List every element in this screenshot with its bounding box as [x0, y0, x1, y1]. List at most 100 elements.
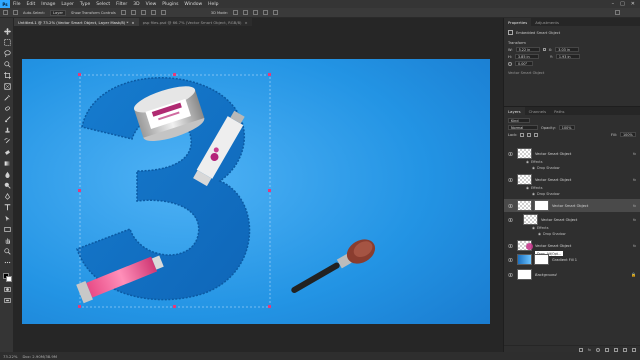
effects-badge[interactable]: fx — [633, 178, 636, 182]
search-icon[interactable] — [615, 10, 620, 15]
menu-select[interactable]: Select — [93, 2, 113, 7]
rectangle-tool-icon[interactable] — [3, 226, 11, 233]
menu-file[interactable]: File — [10, 2, 24, 7]
type-tool-icon[interactable] — [3, 204, 11, 211]
path-selection-tool-icon[interactable] — [3, 215, 11, 222]
3d-orbit-icon[interactable] — [232, 10, 238, 15]
layer-row[interactable]: Vector Smart Object fx — [504, 213, 640, 226]
layer-kind-filter[interactable]: Kind — [508, 118, 530, 123]
distribute-icon[interactable] — [150, 10, 156, 15]
height-field[interactable]: 3.85 in — [514, 54, 539, 59]
menu-type[interactable]: Type — [77, 2, 93, 7]
3d-scale-icon[interactable] — [272, 10, 278, 15]
close-window-button[interactable]: ✕ — [631, 1, 635, 7]
move-tool-icon[interactable] — [3, 28, 11, 35]
tab-untitled-1[interactable]: Untitled-1 @ 73.2% (Vector Smart Object,… — [14, 18, 139, 26]
drop-shadow-row[interactable]: ◉ Drop Shadow — [532, 166, 560, 170]
x-field[interactable]: 3.03 in — [555, 47, 580, 52]
quick-mask-icon[interactable] — [3, 286, 11, 293]
crop-tool-icon[interactable] — [3, 72, 11, 79]
new-layer-icon[interactable] — [623, 347, 627, 352]
tab-channels[interactable]: Channels — [525, 107, 551, 115]
menu-view[interactable]: View — [143, 2, 160, 7]
frame-tool-icon[interactable] — [3, 83, 11, 90]
zoom-level[interactable]: 73.22% — [3, 354, 17, 359]
document-canvas[interactable] — [22, 59, 490, 324]
auto-select-checkbox[interactable]: Auto-Select: — [23, 11, 45, 15]
lock-position-icon[interactable] — [527, 132, 532, 137]
visibility-eye-icon[interactable] — [508, 217, 513, 222]
drop-shadow-row[interactable]: ◉ Drop Shadow — [532, 192, 560, 196]
close-tab-icon[interactable]: × — [244, 20, 247, 25]
dodge-tool-icon[interactable] — [3, 182, 11, 189]
y-field[interactable]: 1.93 in — [555, 54, 580, 59]
layer-effects-row[interactable]: ◉ Effects — [526, 160, 543, 164]
layer-row[interactable]: Vector Smart Object fx — [504, 173, 640, 186]
menu-3d[interactable]: 3D — [130, 2, 142, 7]
blur-tool-icon[interactable] — [3, 171, 11, 178]
align-left-icon[interactable] — [120, 10, 126, 15]
align-right-icon[interactable] — [140, 10, 146, 15]
lock-icon[interactable]: 🔒 — [631, 272, 636, 277]
3d-roll-icon[interactable] — [242, 10, 248, 15]
clone-stamp-tool-icon[interactable] — [3, 127, 11, 134]
opacity-field[interactable]: 100% — [558, 125, 575, 130]
trash-icon[interactable] — [632, 347, 636, 352]
layer-row-selected[interactable]: Vector Smart Object fx — [504, 199, 640, 212]
menu-plugins[interactable]: Plugins — [159, 2, 181, 7]
visibility-eye-icon[interactable] — [508, 257, 513, 262]
maximize-button[interactable]: □ — [620, 1, 625, 7]
tab-psp-files[interactable]: psp files.psd @ 66.7% (Vector Smart Obje… — [138, 18, 252, 26]
add-style-icon[interactable]: fx — [588, 348, 591, 352]
home-icon[interactable] — [3, 10, 8, 15]
angle-field[interactable]: 0.00° — [515, 61, 533, 66]
menu-image[interactable]: Image — [38, 2, 58, 7]
background-color-swatch[interactable] — [6, 276, 12, 282]
eraser-tool-icon[interactable] — [3, 149, 11, 156]
add-mask-icon[interactable] — [596, 347, 600, 352]
effects-badge[interactable]: fx — [633, 152, 636, 156]
eyedropper-tool-icon[interactable] — [3, 94, 11, 101]
3d-pan-icon[interactable] — [252, 10, 258, 15]
more-options-icon[interactable] — [160, 10, 166, 15]
screen-mode-icon[interactable] — [3, 297, 11, 304]
link-icon[interactable] — [542, 48, 546, 51]
visibility-eye-icon[interactable] — [508, 177, 513, 182]
zoom-tool-icon[interactable] — [3, 248, 11, 255]
history-brush-tool-icon[interactable] — [3, 138, 11, 145]
tab-adjustments[interactable]: Adjustments — [531, 18, 563, 26]
tab-paths[interactable]: Paths — [550, 107, 568, 115]
layer-effects-row[interactable]: ◉ Effects — [526, 186, 543, 190]
visibility-eye-icon[interactable] — [508, 272, 513, 277]
new-fill-layer-icon[interactable] — [605, 347, 609, 352]
menu-help[interactable]: Help — [205, 2, 221, 7]
hand-tool-icon[interactable] — [3, 237, 11, 244]
menu-layer[interactable]: Layer — [58, 2, 77, 7]
visibility-eye-icon[interactable] — [508, 243, 513, 248]
link-layers-icon[interactable] — [578, 347, 583, 352]
eye-icon[interactable]: ◉ — [532, 192, 535, 196]
tab-properties[interactable]: Properties — [504, 18, 532, 26]
layer-row[interactable]: Vector Smart Object fx — [504, 147, 640, 160]
artboard-tool-icon[interactable] — [3, 39, 11, 46]
menu-filter[interactable]: Filter — [113, 2, 130, 7]
effects-badge[interactable]: fx — [633, 218, 636, 222]
healing-brush-tool-icon[interactable] — [3, 105, 11, 112]
show-transform-controls-checkbox[interactable]: Show Transform Controls — [71, 11, 116, 15]
fill-field[interactable]: 100% — [620, 132, 636, 137]
new-group-icon[interactable] — [614, 347, 618, 352]
pen-tool-icon[interactable] — [3, 193, 11, 200]
close-tab-icon[interactable]: × — [131, 20, 134, 25]
menu-window[interactable]: Window — [181, 2, 205, 7]
lock-pixels-icon[interactable] — [520, 132, 525, 137]
drop-shadow-row[interactable]: ◉ Drop Shadow — [538, 232, 566, 236]
minimize-button[interactable]: – — [612, 1, 615, 7]
photoshop-logo-icon[interactable]: Ps — [0, 0, 10, 8]
layer-effects-row[interactable]: ◉ Effects — [532, 226, 549, 230]
auto-select-dropdown[interactable]: Layer — [50, 9, 67, 16]
layer-row[interactable]: Vector Smart Object fx — [504, 239, 640, 252]
lock-all-icon[interactable] — [534, 132, 539, 137]
more-tools-icon[interactable] — [3, 259, 11, 266]
layer-row[interactable]: Background 🔒 — [504, 268, 640, 281]
gradient-tool-icon[interactable] — [3, 160, 11, 167]
